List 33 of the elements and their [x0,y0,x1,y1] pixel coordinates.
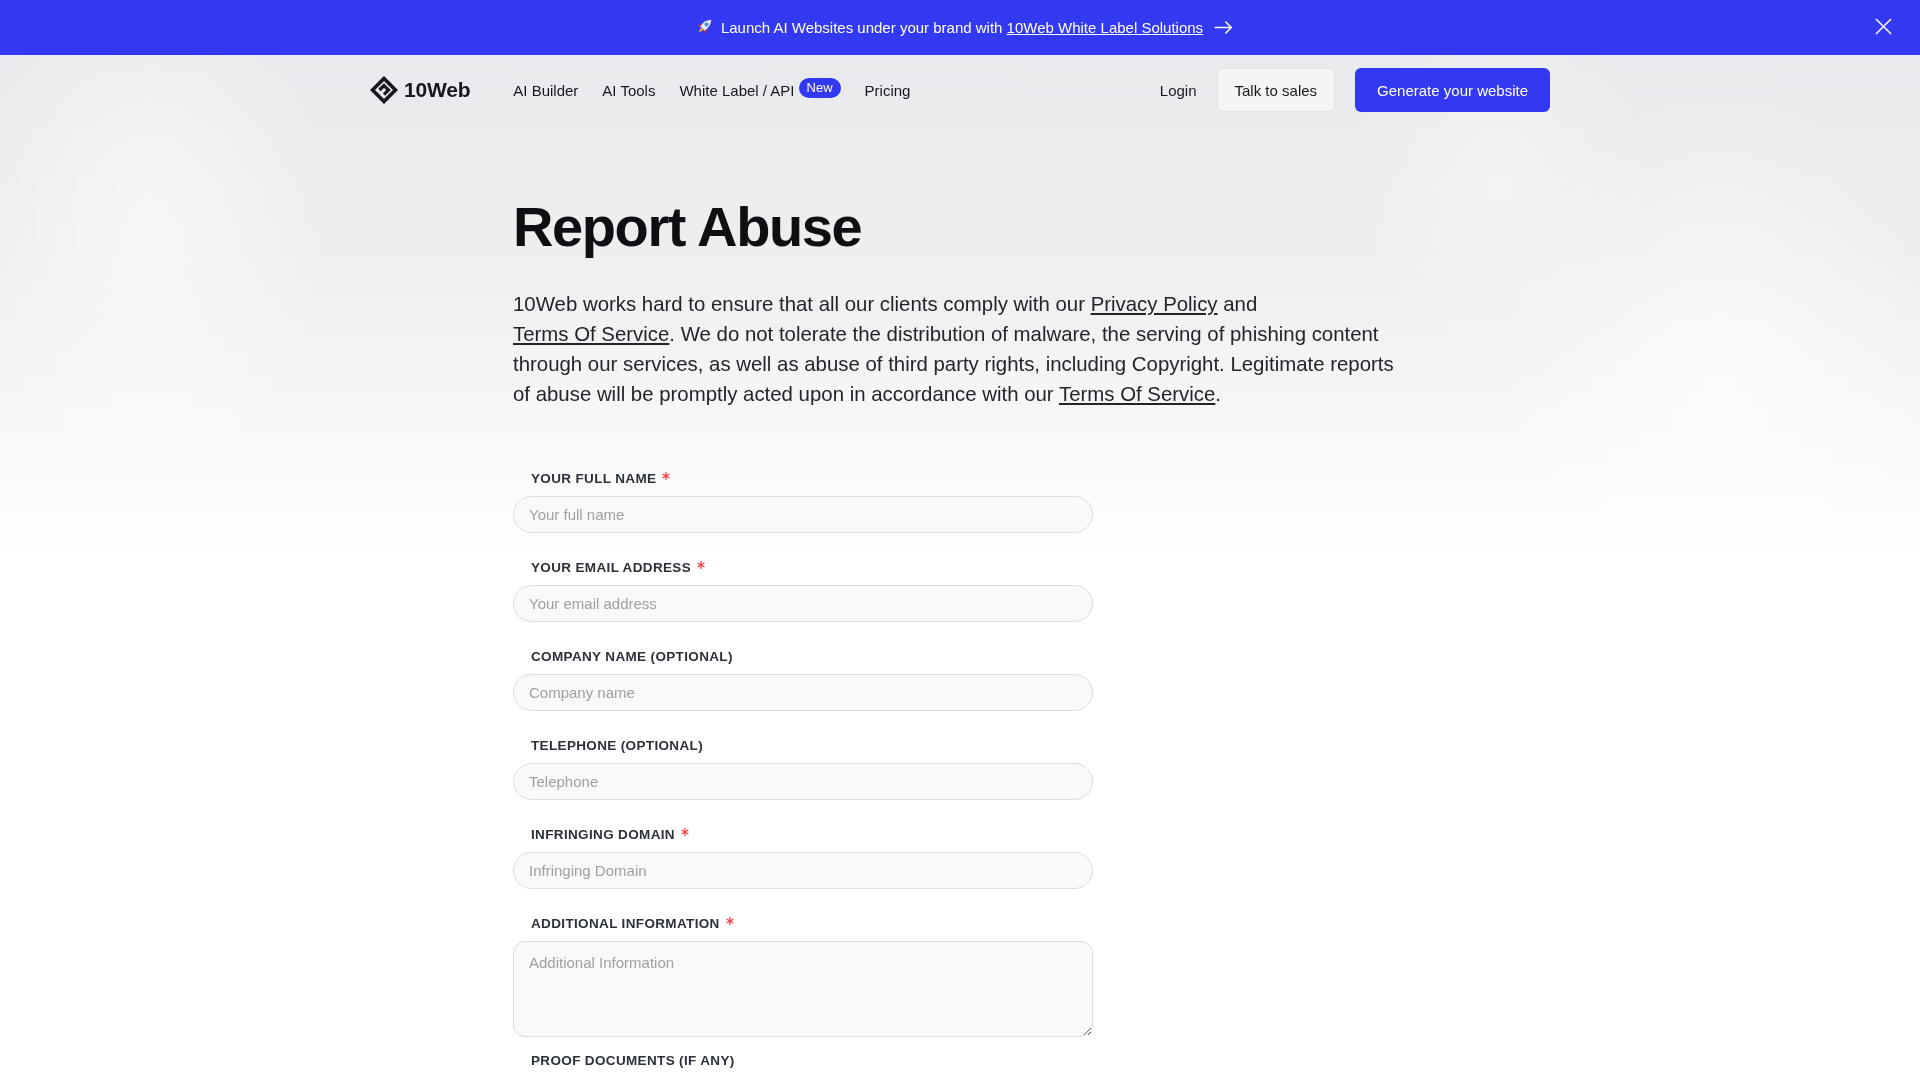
text-link[interactable]: Terms Of Service [1058,383,1216,405]
nav-link[interactable]: AI Builder [513,81,579,99]
field-label: ADDITIONAL INFORMATION [531,915,720,933]
nav-badge: New [798,78,841,98]
field-label: PROOF DOCUMENTS (IF ANY) [531,1052,735,1070]
field-label: COMPANY NAME (OPTIONAL) [531,648,733,666]
generate-website-button[interactable]: Generate your website [1355,68,1550,112]
text-field[interactable]: Telephone [513,763,1093,800]
intro-paragraph: 10Web works hard to ensure that all our clients comply with our Privacy Policy and Terms Of Service. We do not tolerate the distribution of malware, the serving of phishing content through our services, as well as abuse of third party rights, including Copyright. Legitimate reports of abuse will be promptly acted upon in accordance with our Terms Of Service. [513,292,1395,407]
nav-link[interactable]: AI Tools [602,81,656,99]
talk-to-sales-button[interactable]: Talk to sales [1216,68,1336,112]
logo-text[interactable]: 10Web [404,78,471,102]
text-field[interactable]: Your full name [513,496,1093,533]
arrow-right-icon [1214,21,1234,34]
text-field[interactable]: Your email address [513,585,1093,622]
text-link[interactable]: Privacy Policy [1090,293,1218,315]
field-label: YOUR EMAIL ADDRESS [531,559,692,577]
close-button[interactable] [1875,18,1892,35]
logo-icon [370,76,398,104]
text-field[interactable]: Company name [513,674,1093,711]
field-label: TELEPHONE (OPTIONAL) [531,737,703,755]
textarea-field[interactable]: Additional Information [513,941,1093,1037]
nav-link[interactable]: Pricing [864,81,911,99]
text-link[interactable]: Terms Of Service [513,323,670,345]
login-link[interactable]: Login [1159,81,1197,99]
close-icon [1875,18,1892,35]
announcement-link[interactable]: 10Web White Label Solutions [1006,18,1204,36]
field-label: YOUR FULL NAME [531,470,657,488]
field-label: INFRINGING DOMAIN [531,826,675,844]
text-field[interactable]: Infringing Domain [513,852,1093,889]
page-title: Report Abuse [513,194,863,260]
announcement-text: Launch AI Websites under your brand with 10Web White Label Solutions [720,17,1204,38]
nav-link[interactable]: White Label / API [679,81,795,99]
